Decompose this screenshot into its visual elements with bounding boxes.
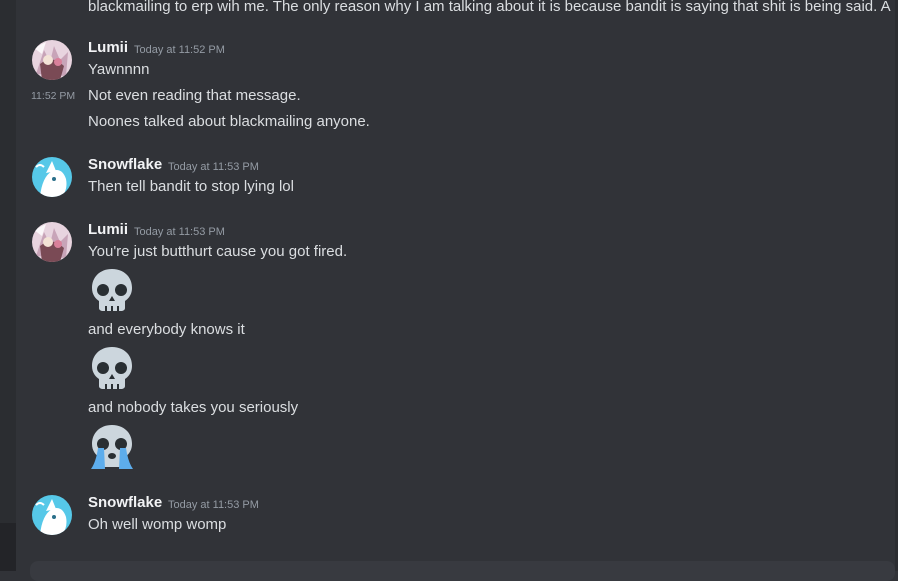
hover-timestamp[interactable]: 11:52 PM: [31, 86, 75, 106]
message-text: You're just butthurt cause you got fired…: [88, 243, 348, 260]
message-text: and nobody takes you seriously: [88, 399, 299, 416]
message-text: Oh well womp womp: [88, 516, 227, 533]
username-lumii[interactable]: Lumii: [88, 220, 128, 240]
lumii-avatar-icon: [32, 222, 72, 262]
message-text: Not even reading that message.: [88, 87, 301, 104]
skull-emoji[interactable]: [88, 266, 136, 314]
username-snowflake[interactable]: Snowflake: [88, 155, 162, 175]
message-timestamp[interactable]: Today at 11:53 PM: [134, 222, 225, 242]
snowflake-avatar-icon: [32, 495, 72, 535]
avatar-snowflake[interactable]: [32, 495, 72, 535]
server-sidebar-edge: [0, 0, 16, 571]
message-timestamp[interactable]: Today at 11:53 PM: [168, 495, 259, 515]
message-text: Noones talked about blackmailing anyone.: [88, 113, 370, 130]
skull-icon: [92, 269, 132, 311]
skull-emoji[interactable]: [88, 344, 136, 392]
message-text: Yawnnnn: [88, 61, 150, 78]
lumii-avatar-icon: [32, 40, 72, 80]
chat-messages: blackmailing to erp wih me. The only rea…: [16, 0, 895, 581]
user-panel-edge: [0, 523, 16, 571]
crying-skull-emoji[interactable]: [88, 422, 136, 470]
message-timestamp[interactable]: Today at 11:53 PM: [168, 157, 259, 177]
message-text: and everybody knows it: [88, 321, 245, 338]
avatar-lumii[interactable]: [32, 40, 72, 80]
crying-skull-icon: [91, 425, 133, 469]
message-text: Then tell bandit to stop lying lol: [88, 178, 294, 195]
avatar-snowflake[interactable]: [32, 157, 72, 197]
username-snowflake[interactable]: Snowflake: [88, 493, 162, 513]
message-composer[interactable]: [30, 561, 895, 581]
previous-message-text: blackmailing to erp wih me. The only rea…: [88, 0, 891, 15]
message-timestamp[interactable]: Today at 11:52 PM: [134, 40, 225, 60]
username-lumii[interactable]: Lumii: [88, 38, 128, 58]
skull-icon: [92, 347, 132, 389]
avatar-lumii[interactable]: [32, 222, 72, 262]
snowflake-avatar-icon: [32, 157, 72, 197]
